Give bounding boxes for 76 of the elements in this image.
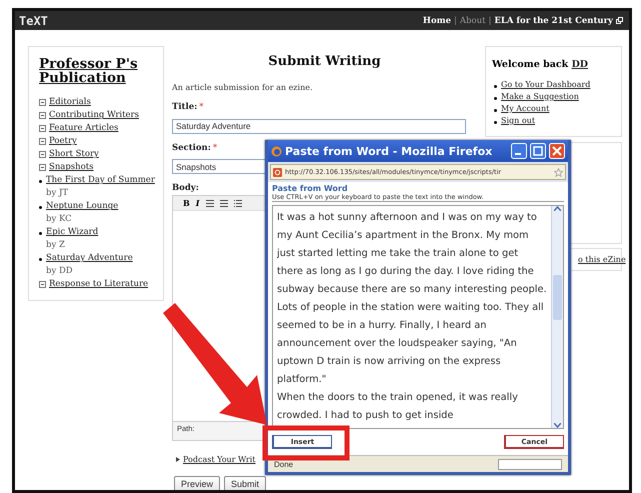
greeting: Welcome back [492, 59, 570, 70]
form-button[interactable]: Preview [174, 476, 220, 490]
star-icon[interactable] [554, 168, 563, 176]
bullet-icon [39, 258, 42, 262]
article-link[interactable]: Epic Wizard [46, 227, 98, 238]
podcast-link[interactable]: Podcast Your Writ [183, 455, 256, 464]
field-label: Body: [172, 183, 199, 193]
minimize-button[interactable] [511, 143, 527, 159]
article-link[interactable]: The First Day of Summer [46, 175, 155, 186]
scroll-down-icon[interactable] [554, 423, 561, 428]
nav-link[interactable]: ELA for the 21st Century [494, 16, 613, 26]
article-link[interactable]: Saturday Adventure [46, 253, 133, 264]
maximize-button[interactable] [530, 143, 546, 159]
text-field[interactable]: Saturday Adventure [172, 118, 466, 134]
pasted-paragraph: When the doors to the train opened, it was really crowded. I had to push to get inside [277, 391, 519, 423]
section-link[interactable]: Contributing Writers [49, 110, 139, 120]
dialog-heading: Paste from Word [272, 184, 349, 193]
site-icon [273, 168, 282, 176]
page-heading: Submit Writing [267, 54, 382, 69]
align-center-icon[interactable] [220, 200, 228, 206]
byline: by Z [46, 240, 66, 250]
section-link[interactable]: Snapshots [49, 162, 94, 172]
section-link[interactable]: Short Story [49, 149, 99, 160]
scroll-up-icon[interactable] [554, 206, 561, 211]
section-link[interactable]: Feature Articles [49, 123, 118, 134]
ezine-link[interactable]: o this eZine [578, 255, 626, 264]
byline: by DD [46, 266, 74, 276]
section-link[interactable]: Poetry [49, 136, 77, 146]
collapse-icon[interactable] [39, 112, 46, 119]
account-link[interactable]: My Account [501, 104, 550, 113]
publication-title[interactable]: Professor P's Publication [39, 57, 153, 86]
bullet-icon [39, 206, 42, 210]
collapse-icon[interactable] [39, 138, 46, 145]
bullet-icon [39, 232, 42, 236]
description: An article submission for an ezine. [172, 83, 314, 92]
field-label: Section: * [172, 142, 218, 152]
bullet-icon [494, 85, 497, 88]
format-button[interactable]: B [183, 198, 190, 208]
expand-arrow-icon[interactable] [176, 457, 180, 462]
browser-logo-icon [271, 146, 282, 156]
user-link[interactable]: DD [572, 59, 588, 70]
collapse-icon[interactable] [39, 164, 46, 171]
form-button[interactable]: Submit [224, 476, 266, 490]
separator: | [454, 16, 457, 26]
scrollbar[interactable] [551, 206, 563, 428]
align-left-icon[interactable] [206, 200, 214, 206]
nav-link[interactable]: About [460, 16, 486, 26]
collapse-icon[interactable] [39, 124, 46, 132]
pasted-paragraph: It was a hot sunny afternoon and I was on my way to my Aunt Cecilia’s apartment in the Bronx. My mom just started letting me take the train alone to get there as long as I go during the day. I love riding the subway because there are so many interesting people. Lots of people in the station were waiting too. They all seemed to be in a hurry. Finally, I heard an announcement over the loudspeaker saying, "An uptown D train is now arriving on the express platform." [277, 211, 547, 387]
bullet-icon [494, 121, 497, 124]
nav-link[interactable]: Home [422, 16, 452, 26]
collapse-icon[interactable] [39, 150, 46, 158]
account-link[interactable]: Go to Your Dashboard [501, 80, 590, 89]
collapse-icon[interactable] [39, 280, 46, 288]
list-icon[interactable] [234, 200, 242, 206]
account-link[interactable]: Sign out [501, 116, 536, 125]
field-label: Title: * [172, 102, 204, 112]
bullet-icon [494, 97, 497, 100]
window-title: Paste from Word - Mozilla Firefox [285, 144, 494, 158]
scroll-thumb[interactable] [553, 274, 562, 320]
progress-field [498, 458, 562, 470]
close-button[interactable] [549, 143, 565, 159]
byline: by JT [46, 188, 70, 198]
collapse-icon[interactable] [39, 98, 46, 106]
paste-area[interactable] [272, 205, 564, 429]
article-link[interactable]: Neptune Lounge [46, 201, 118, 212]
status-text: Done [274, 460, 294, 468]
site-logo: TeXT [19, 14, 48, 28]
section-link[interactable]: Editorials [49, 97, 91, 108]
account-link[interactable]: Make a Suggestion [501, 92, 579, 101]
section-link[interactable]: Response to Literature [49, 279, 148, 290]
format-button[interactable]: I [196, 198, 200, 208]
separator: | [488, 16, 492, 26]
byline: by KC [46, 214, 73, 224]
bullet-icon [39, 180, 42, 184]
bullet-icon [494, 109, 497, 112]
